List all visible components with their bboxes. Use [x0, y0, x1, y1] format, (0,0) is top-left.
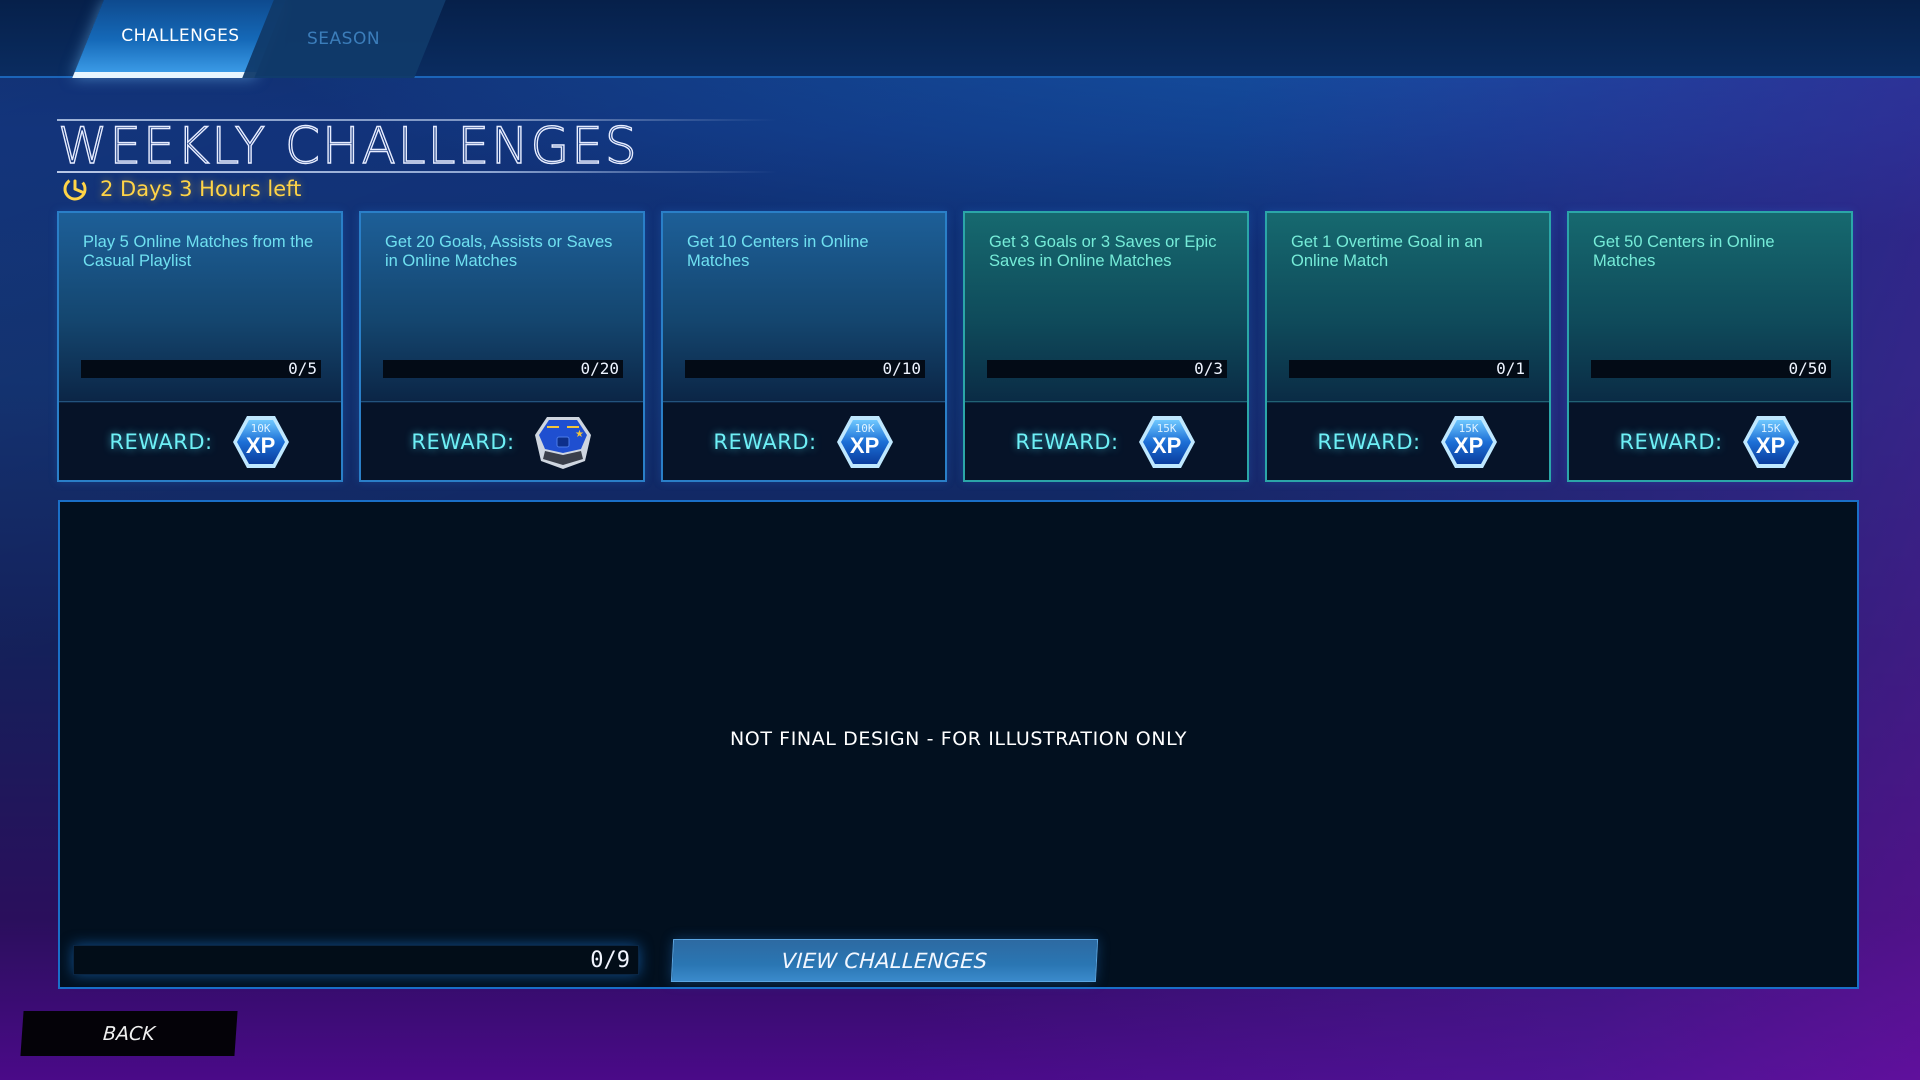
view-challenges-label: VIEW CHALLENGES: [780, 948, 989, 973]
xp-badge-icon: 10K XP: [231, 414, 291, 470]
challenge-reward: REWARD: 10K XP: [663, 403, 945, 480]
disclaimer-text: NOT FINAL DESIGN - FOR ILLUSTRATION ONLY: [729, 728, 1188, 750]
challenge-progress-text: 0/1: [1496, 359, 1525, 378]
challenge-progress-text: 0/50: [1788, 359, 1827, 378]
challenge-reward: REWARD: 15K XP: [965, 403, 1247, 480]
tab-season[interactable]: SEASON: [242, 0, 446, 78]
tab-season-label: SEASON: [307, 29, 381, 49]
reward-label: REWARD:: [1015, 429, 1119, 454]
tab-challenges-label: CHALLENGES: [121, 26, 240, 46]
challenge-description: Get 50 Centers in Online Matches: [1593, 233, 1775, 270]
card-divider: [59, 401, 341, 402]
xp-label: XP: [245, 432, 276, 458]
view-challenges-button[interactable]: VIEW CHALLENGES: [670, 939, 1099, 982]
reward-label: REWARD:: [411, 429, 515, 454]
challenge-reward: REWARD: 15K XP: [1267, 403, 1549, 480]
challenge-description: Get 10 Centers in Online Matches: [687, 233, 869, 270]
challenge-card-3[interactable]: Get 10 Centers in Online Matches 0/10 RE…: [661, 211, 947, 482]
challenge-card-2[interactable]: Get 20 Goals, Assists or Saves in Online…: [359, 211, 645, 482]
page-title: WEEKLY CHALLENGES: [57, 117, 639, 175]
tab-bar: CHALLENGES SEASON: [0, 0, 1920, 78]
challenge-progress-bar: 0/50: [1591, 359, 1831, 378]
header-divider-bottom: [57, 171, 777, 173]
reward-label: REWARD:: [713, 429, 817, 454]
crate-icon: ★: [534, 416, 591, 469]
back-button[interactable]: BACK: [20, 1011, 238, 1056]
main-panel: NOT FINAL DESIGN - FOR ILLUSTRATION ONLY…: [58, 500, 1859, 989]
xp-badge-icon: 10K XP: [835, 414, 895, 470]
reward-label: REWARD:: [109, 429, 213, 454]
challenge-progress-text: 0/3: [1194, 359, 1223, 378]
total-progress-bar: 0/9: [73, 945, 639, 975]
time-remaining: 2 Days 3 Hours left: [62, 176, 301, 202]
challenge-description: Get 3 Goals or 3 Saves or Epic Saves in …: [989, 233, 1217, 270]
xp-badge-icon: 15K XP: [1741, 414, 1801, 470]
challenge-progress-bar: 0/3: [987, 359, 1227, 378]
challenge-card-4[interactable]: Get 3 Goals or 3 Saves or Epic Saves in …: [963, 211, 1249, 482]
challenge-progress-bar: 0/20: [383, 359, 623, 378]
card-divider: [663, 401, 945, 402]
xp-label: XP: [1453, 432, 1484, 458]
reward-label: REWARD:: [1317, 429, 1421, 454]
challenge-progress-text: 0/20: [580, 359, 619, 378]
challenge-description: Get 20 Goals, Assists or Saves in Online…: [385, 233, 613, 270]
back-button-label: BACK: [102, 1022, 156, 1045]
xp-label: XP: [1151, 432, 1182, 458]
challenge-reward: REWARD: 10K XP: [59, 403, 341, 480]
svg-text:★: ★: [575, 429, 584, 440]
challenge-progress-bar: 0/10: [685, 359, 925, 378]
card-divider: [1267, 401, 1549, 402]
total-progress-text: 0/9: [590, 948, 630, 973]
challenge-reward: REWARD: ★: [361, 403, 643, 480]
card-divider: [361, 401, 643, 402]
challenge-progress-bar: 0/5: [81, 359, 321, 378]
reward-label: REWARD:: [1619, 429, 1723, 454]
challenge-progress-text: 0/10: [882, 359, 921, 378]
xp-badge-icon: 15K XP: [1439, 414, 1499, 470]
challenge-progress-text: 0/5: [288, 359, 317, 378]
challenge-card-1[interactable]: Play 5 Online Matches from the Casual Pl…: [57, 211, 343, 482]
time-left-text: 2 Days 3 Hours left: [100, 177, 302, 201]
challenge-card-6[interactable]: Get 50 Centers in Online Matches 0/50 RE…: [1567, 211, 1853, 482]
xp-badge-icon: 15K XP: [1137, 414, 1197, 470]
challenge-description: Play 5 Online Matches from the Casual Pl…: [83, 233, 314, 270]
timer-icon: [63, 177, 87, 201]
challenge-reward: REWARD: 15K XP: [1569, 403, 1851, 480]
card-divider: [965, 401, 1247, 402]
xp-label: XP: [1755, 432, 1786, 458]
xp-label: XP: [849, 432, 880, 458]
card-divider: [1569, 401, 1851, 402]
challenge-progress-bar: 0/1: [1289, 359, 1529, 378]
challenge-description: Get 1 Overtime Goal in an Online Match: [1291, 233, 1483, 270]
challenge-card-5[interactable]: Get 1 Overtime Goal in an Online Match 0…: [1265, 211, 1551, 482]
